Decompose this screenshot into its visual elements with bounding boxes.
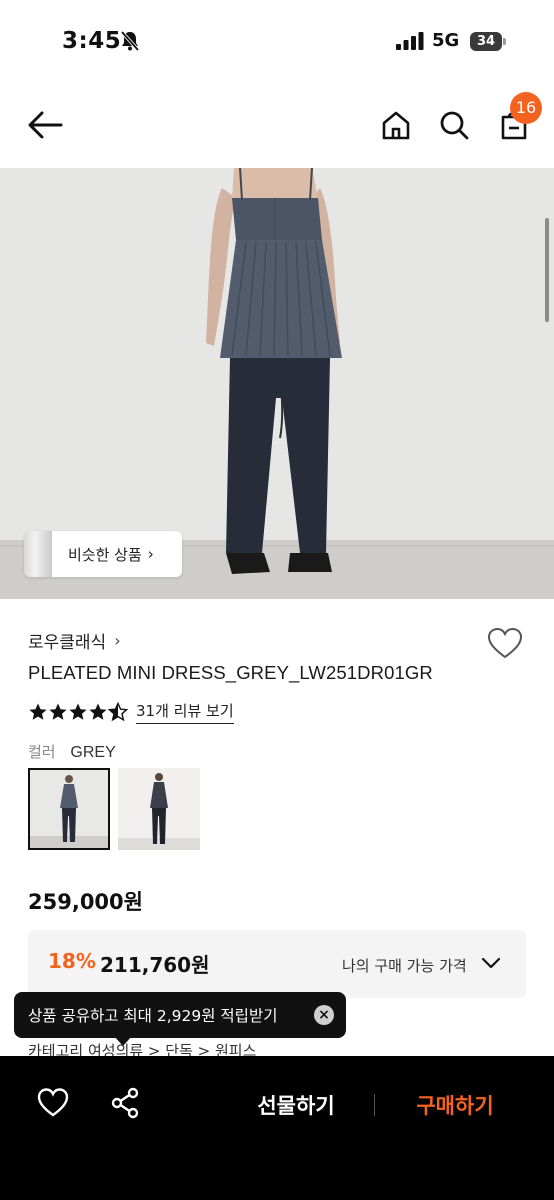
my-price-label: 나의 구매 가능 가격	[342, 957, 467, 975]
color-option[interactable]	[118, 768, 200, 850]
network-type: 5G	[432, 30, 460, 51]
status-time: 3:45	[62, 28, 122, 54]
half-star-icon	[108, 702, 128, 722]
star-rating	[28, 702, 128, 722]
star-icon	[49, 703, 67, 720]
heart-icon	[37, 1088, 69, 1117]
similar-products-button[interactable]: 비슷한 상품 ›	[24, 531, 182, 577]
toast-pointer	[114, 1036, 132, 1046]
back-arrow-icon	[28, 111, 63, 139]
divider	[374, 1094, 375, 1116]
share-icon	[111, 1087, 139, 1119]
cart-count-badge: 16	[510, 92, 542, 124]
battery-icon: 34	[470, 32, 506, 52]
similar-products-label: 비슷한 상품	[68, 545, 142, 564]
heart-icon	[487, 627, 523, 659]
star-icon	[69, 703, 87, 720]
bottom-action-bar: 선물하기 구매하기	[0, 1056, 554, 1200]
rating-row: 31개 리뷰 보기	[28, 700, 234, 724]
original-price: 259,000원	[28, 890, 143, 914]
share-reward-toast[interactable]: 상품 공유하고 최대 2,929원 적립받기 ×	[14, 992, 346, 1038]
brand-name: 로우클래식	[28, 633, 107, 653]
chevron-right-icon: ›	[114, 631, 121, 650]
star-icon	[29, 703, 47, 720]
back-button[interactable]	[24, 104, 66, 146]
search-icon	[440, 111, 469, 140]
toast-message: 상품 공유하고 최대 2,929원 적립받기	[28, 1007, 278, 1025]
home-icon	[382, 111, 410, 140]
color-value: GREY	[70, 744, 116, 761]
chevron-right-icon: ›	[147, 545, 154, 563]
wishlist-button[interactable]	[486, 626, 526, 662]
top-nav	[0, 84, 554, 168]
swatch-image	[118, 768, 200, 850]
color-option-selected[interactable]	[28, 768, 110, 850]
signal-icon	[396, 32, 424, 50]
discount-rate: 18%	[48, 949, 96, 973]
status-bar: 3:45 5G 34	[0, 0, 554, 80]
star-icon	[89, 703, 107, 720]
similar-thumbnail	[24, 531, 52, 577]
sale-price: 211,760원	[100, 953, 210, 977]
brand-link[interactable]: 로우클래식 ›	[28, 628, 121, 653]
battery-level: 34	[476, 34, 496, 49]
home-button[interactable]	[376, 104, 416, 146]
search-button[interactable]	[434, 104, 474, 146]
bell-slash-icon	[120, 30, 140, 52]
swatch-image	[30, 770, 108, 848]
share-button[interactable]	[108, 1086, 144, 1122]
like-button[interactable]	[36, 1086, 72, 1122]
product-title: PLEATED MINI DRESS_GREY_LW251DR01GR	[28, 662, 433, 683]
reviews-link[interactable]: 31개 리뷰 보기	[136, 700, 234, 724]
chevron-down-icon	[481, 957, 501, 969]
close-icon[interactable]: ×	[314, 1005, 334, 1025]
gift-button[interactable]: 선물하기	[234, 1088, 358, 1124]
my-price-panel[interactable]: 18% 211,760원 나의 구매 가능 가격	[28, 930, 526, 998]
buy-button[interactable]: 구매하기	[396, 1088, 514, 1124]
color-row: 컬러 GREY	[28, 741, 116, 762]
image-scroll-indicator[interactable]	[545, 218, 549, 322]
color-label: 컬러	[28, 743, 56, 761]
